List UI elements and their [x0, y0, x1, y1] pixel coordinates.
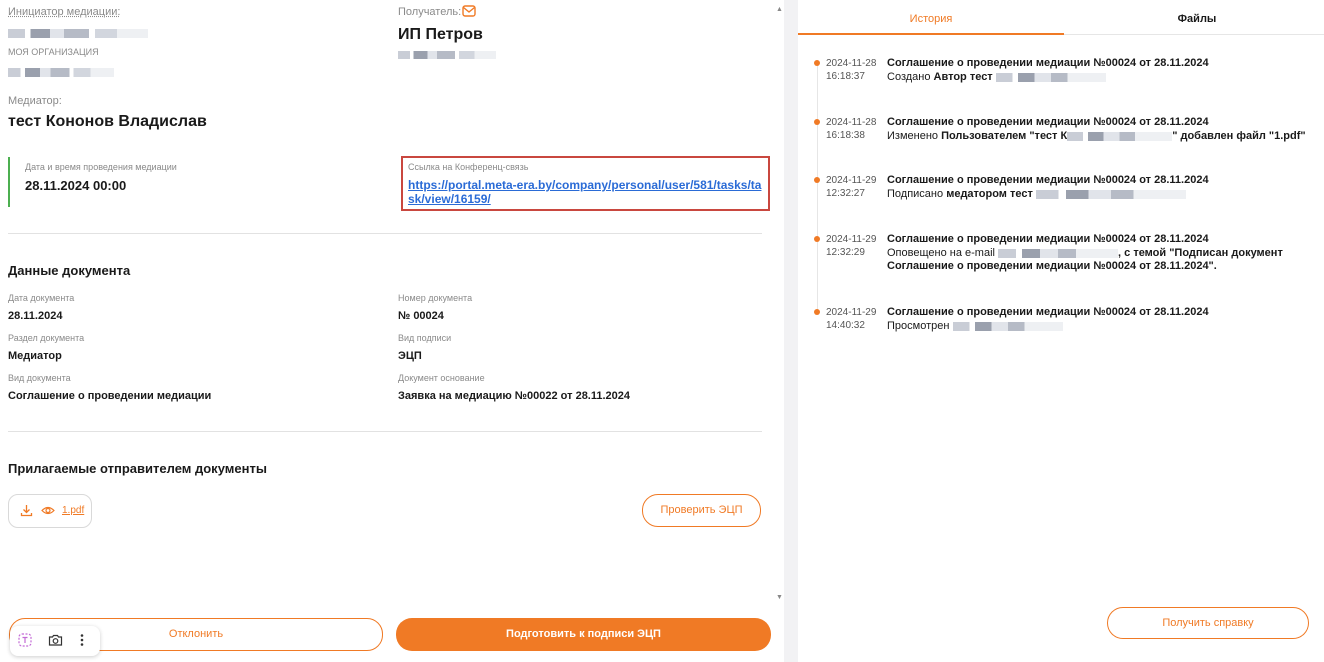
sign-type-value: ЭЦП — [398, 350, 422, 362]
history-title: Соглашение о проведении медиации №00024 … — [887, 57, 1209, 69]
timeline-dot — [814, 236, 820, 242]
doc-type-value: Соглашение о проведении медиации — [8, 390, 212, 402]
divider — [8, 431, 762, 432]
floating-toolbar — [10, 626, 100, 656]
recipient-label: Получатель: — [398, 6, 462, 18]
history-date: 2024-11-29 — [826, 307, 877, 318]
redacted-name — [952, 321, 1063, 331]
org-name-redacted — [8, 68, 114, 77]
history-title: Соглашение о проведении медиации №00024 … — [887, 233, 1209, 245]
timeline-dot — [814, 60, 820, 66]
more-options-icon[interactable] — [80, 633, 84, 650]
timeline-dot — [814, 309, 820, 315]
initiator-name-redacted — [8, 29, 148, 38]
history-time: 12:32:29 — [826, 247, 865, 258]
envelope-icon[interactable] — [462, 4, 476, 22]
history-title: Соглашение о проведении медиации №00024 … — [887, 116, 1209, 128]
attached-docs-title: Прилагаемые отправителем документы — [8, 461, 267, 476]
history-date: 2024-11-29 — [826, 234, 877, 245]
doc-number-value: № 00024 — [398, 310, 444, 322]
recipient-details-redacted — [398, 51, 496, 59]
base-doc-label: Документ основание — [398, 373, 485, 383]
history-date: 2024-11-28 — [826, 117, 877, 128]
tab-files[interactable]: Файлы — [1064, 13, 1324, 25]
history-time: 16:18:38 — [826, 130, 865, 141]
datetime-value: 28.11.2024 00:00 — [25, 178, 127, 193]
doc-number-label: Номер документа — [398, 293, 473, 303]
conference-link[interactable]: https://portal.meta-era.by/company/perso… — [408, 178, 764, 206]
history-detail: " добавлен файл "1.pdf" — [1172, 130, 1306, 142]
redacted-email — [998, 248, 1119, 258]
side-tabs: История Файлы — [798, 0, 1324, 35]
datetime-accent-bar — [8, 157, 10, 207]
text-select-icon[interactable] — [18, 633, 32, 650]
side-panel: История Файлы 2024-11-28 16:18:37 Соглаше… — [798, 0, 1324, 662]
datetime-label: Дата и время проведения медиации — [25, 162, 177, 172]
history-action: Подписано — [887, 188, 944, 200]
scroll-up-arrow-icon[interactable]: ▲ — [776, 6, 783, 13]
recipient-name: ИП Петров — [398, 26, 483, 43]
divider — [8, 233, 762, 234]
conference-link-box: Ссылка на Конференц-связь https://portal… — [401, 156, 770, 211]
get-help-button[interactable]: Получить справку — [1107, 607, 1309, 639]
scroll-down-arrow-icon[interactable]: ▼ — [776, 594, 783, 601]
eye-icon[interactable] — [41, 504, 55, 520]
org-label: МОЯ ОРГАНИЗАЦИЯ — [8, 47, 99, 57]
doc-date-value: 28.11.2024 — [8, 310, 63, 322]
mediator-name: тест Кононов Владислав — [8, 113, 207, 130]
history-title: Соглашение о проведении медиации №00024 … — [887, 174, 1209, 186]
doc-type-label: Вид документа — [8, 373, 71, 383]
redacted-name — [1035, 189, 1186, 199]
mediator-label: Медиатор: — [8, 95, 62, 107]
file-link[interactable]: 1.pdf — [62, 505, 84, 516]
redacted-name — [995, 72, 1106, 82]
timeline-dot — [814, 119, 820, 125]
timeline-line — [817, 60, 818, 310]
history-action: Изменено — [887, 130, 939, 142]
check-ecp-button[interactable]: Проверить ЭЦП — [642, 494, 761, 527]
doc-section-label: Раздел документа — [8, 333, 85, 343]
active-tab-indicator — [798, 33, 1064, 35]
history-title: Соглашение о проведении медиации №00024 … — [887, 306, 1209, 318]
history-date: 2024-11-29 — [826, 175, 877, 186]
document-panel: Инициатор медиации: МОЯ ОРГАНИЗАЦИЯ Полу… — [0, 0, 784, 662]
tab-history[interactable]: История — [798, 13, 1064, 25]
doc-date-label: Дата документа — [8, 293, 75, 303]
doc-data-title: Данные документа — [8, 263, 131, 278]
history-actor: Пользователем "тест К — [941, 130, 1068, 142]
download-icon[interactable] — [20, 504, 33, 520]
history-date: 2024-11-28 — [826, 58, 877, 69]
file-chip: 1.pdf — [8, 494, 92, 528]
conference-link-label: Ссылка на Конференц-связь — [408, 162, 529, 172]
sign-type-label: Вид подписи — [398, 333, 452, 343]
camera-icon[interactable] — [48, 633, 63, 650]
redacted-name — [1067, 131, 1173, 141]
base-doc-value: Заявка на медиацию №00022 от 28.11.2024 — [398, 390, 631, 402]
timeline-dot — [814, 177, 820, 183]
history-time: 16:18:37 — [826, 71, 865, 82]
initiator-label: Инициатор медиации: — [8, 6, 121, 18]
history-action: Просмотрен — [887, 320, 950, 332]
history-actor: Автор тест — [933, 71, 993, 83]
history-actor: медатором тест — [946, 188, 1033, 200]
doc-section-value: Медиатор — [8, 350, 62, 362]
prepare-signature-button[interactable]: Подготовить к подписи ЭЦП — [396, 618, 771, 651]
history-time: 14:40:32 — [826, 320, 865, 331]
history-time: 12:32:27 — [826, 188, 865, 199]
history-action: Создано — [887, 71, 931, 83]
history-action: Оповещено на e-mail — [887, 247, 995, 259]
